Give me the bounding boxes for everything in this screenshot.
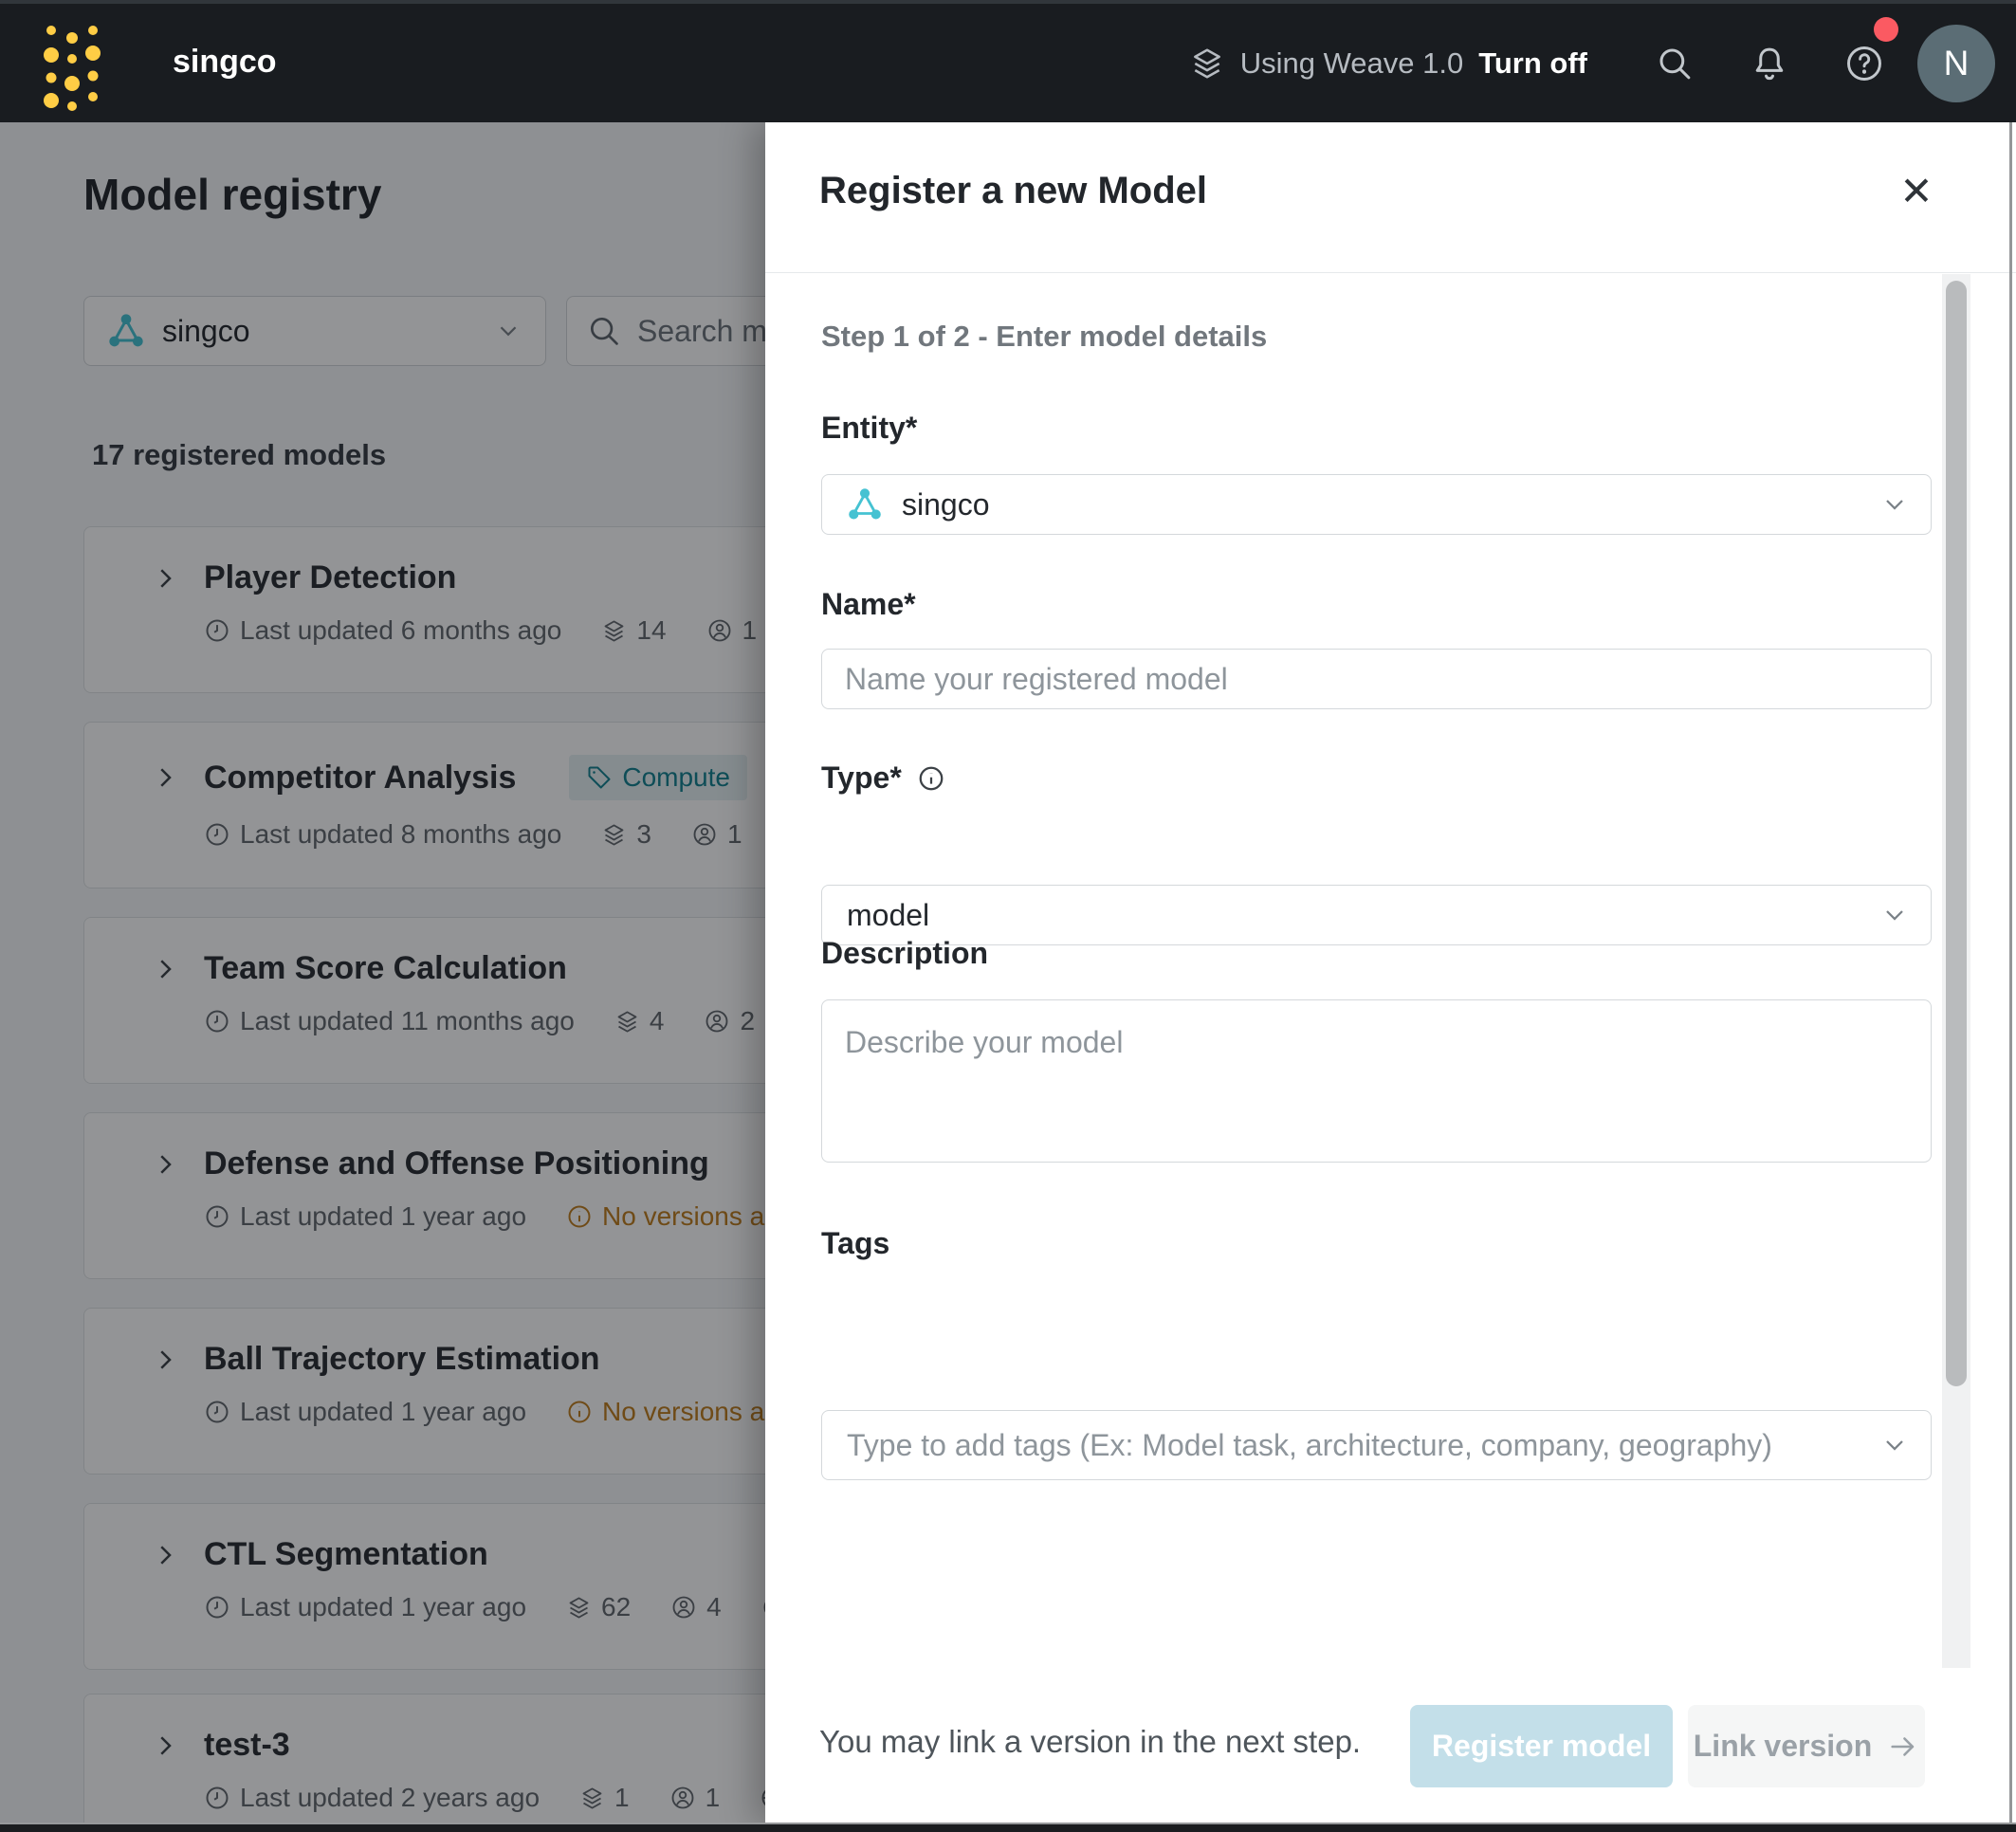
topbar: singco Using Weave 1.0 Turn off N [0,0,2016,122]
weave-status: Using Weave 1.0 Turn off [1189,46,1587,82]
tags-select[interactable] [821,1410,1932,1480]
arrow-right-icon [1887,1731,1919,1763]
type-value: model [847,897,930,932]
tags-input[interactable] [822,1411,1827,1479]
weave-layers-icon [1189,46,1225,82]
app-title: singco [173,44,277,80]
name-field-wrap [821,649,1932,709]
tags-label: Tags [821,1226,890,1260]
search-icon[interactable] [1627,4,1722,122]
notifications-bell-icon[interactable] [1722,4,1817,122]
entity-label: Entity* [821,411,918,445]
link-version-label: Link version [1693,1729,1873,1763]
drawer-scrollbar-track[interactable] [1942,274,1970,1668]
step-indicator: Step 1 of 2 - Enter model details [821,320,1268,353]
wandb-logo-icon[interactable] [42,15,102,116]
window-edge [2009,122,2012,1824]
entity-icon [847,486,883,522]
entity-select[interactable]: singco [821,474,1932,535]
window-bottom-bar [0,1824,2016,1832]
name-input[interactable] [822,650,1931,708]
info-icon[interactable] [917,764,945,793]
close-icon[interactable]: ✕ [1886,160,1947,221]
name-label: Name* [821,587,916,621]
register-model-button[interactable]: Register model [1410,1705,1673,1787]
description-textarea[interactable] [822,1000,1931,1162]
description-label: Description [821,936,989,970]
entity-value: singco [902,486,990,522]
notification-dot [1874,17,1898,42]
help-icon[interactable] [1817,4,1912,122]
description-field-wrap [821,999,1932,1163]
footer-hint: You may link a version in the next step. [819,1724,1362,1759]
divider [765,272,2016,273]
register-model-drawer: Register a new Model ✕ Step 1 of 2 - Ent… [765,122,2016,1824]
type-label: Type* [821,760,945,796]
avatar[interactable]: N [1917,24,1995,102]
drawer-title: Register a new Model [819,170,1207,211]
turn-off-button[interactable]: Turn off [1478,46,1587,81]
chevron-down-icon [1879,1430,1910,1460]
weave-label: Using Weave 1.0 [1239,46,1464,80]
drawer-scrollbar-thumb[interactable] [1946,281,1967,1386]
chevron-down-icon [1879,489,1910,520]
chevron-down-icon [1879,900,1910,930]
screen: singco Using Weave 1.0 Turn off N Model … [0,0,2016,1832]
modal-backdrop[interactable] [0,122,765,1832]
topbar-actions: Using Weave 1.0 Turn off N [1189,4,2016,122]
link-version-button[interactable]: Link version [1688,1705,1925,1787]
